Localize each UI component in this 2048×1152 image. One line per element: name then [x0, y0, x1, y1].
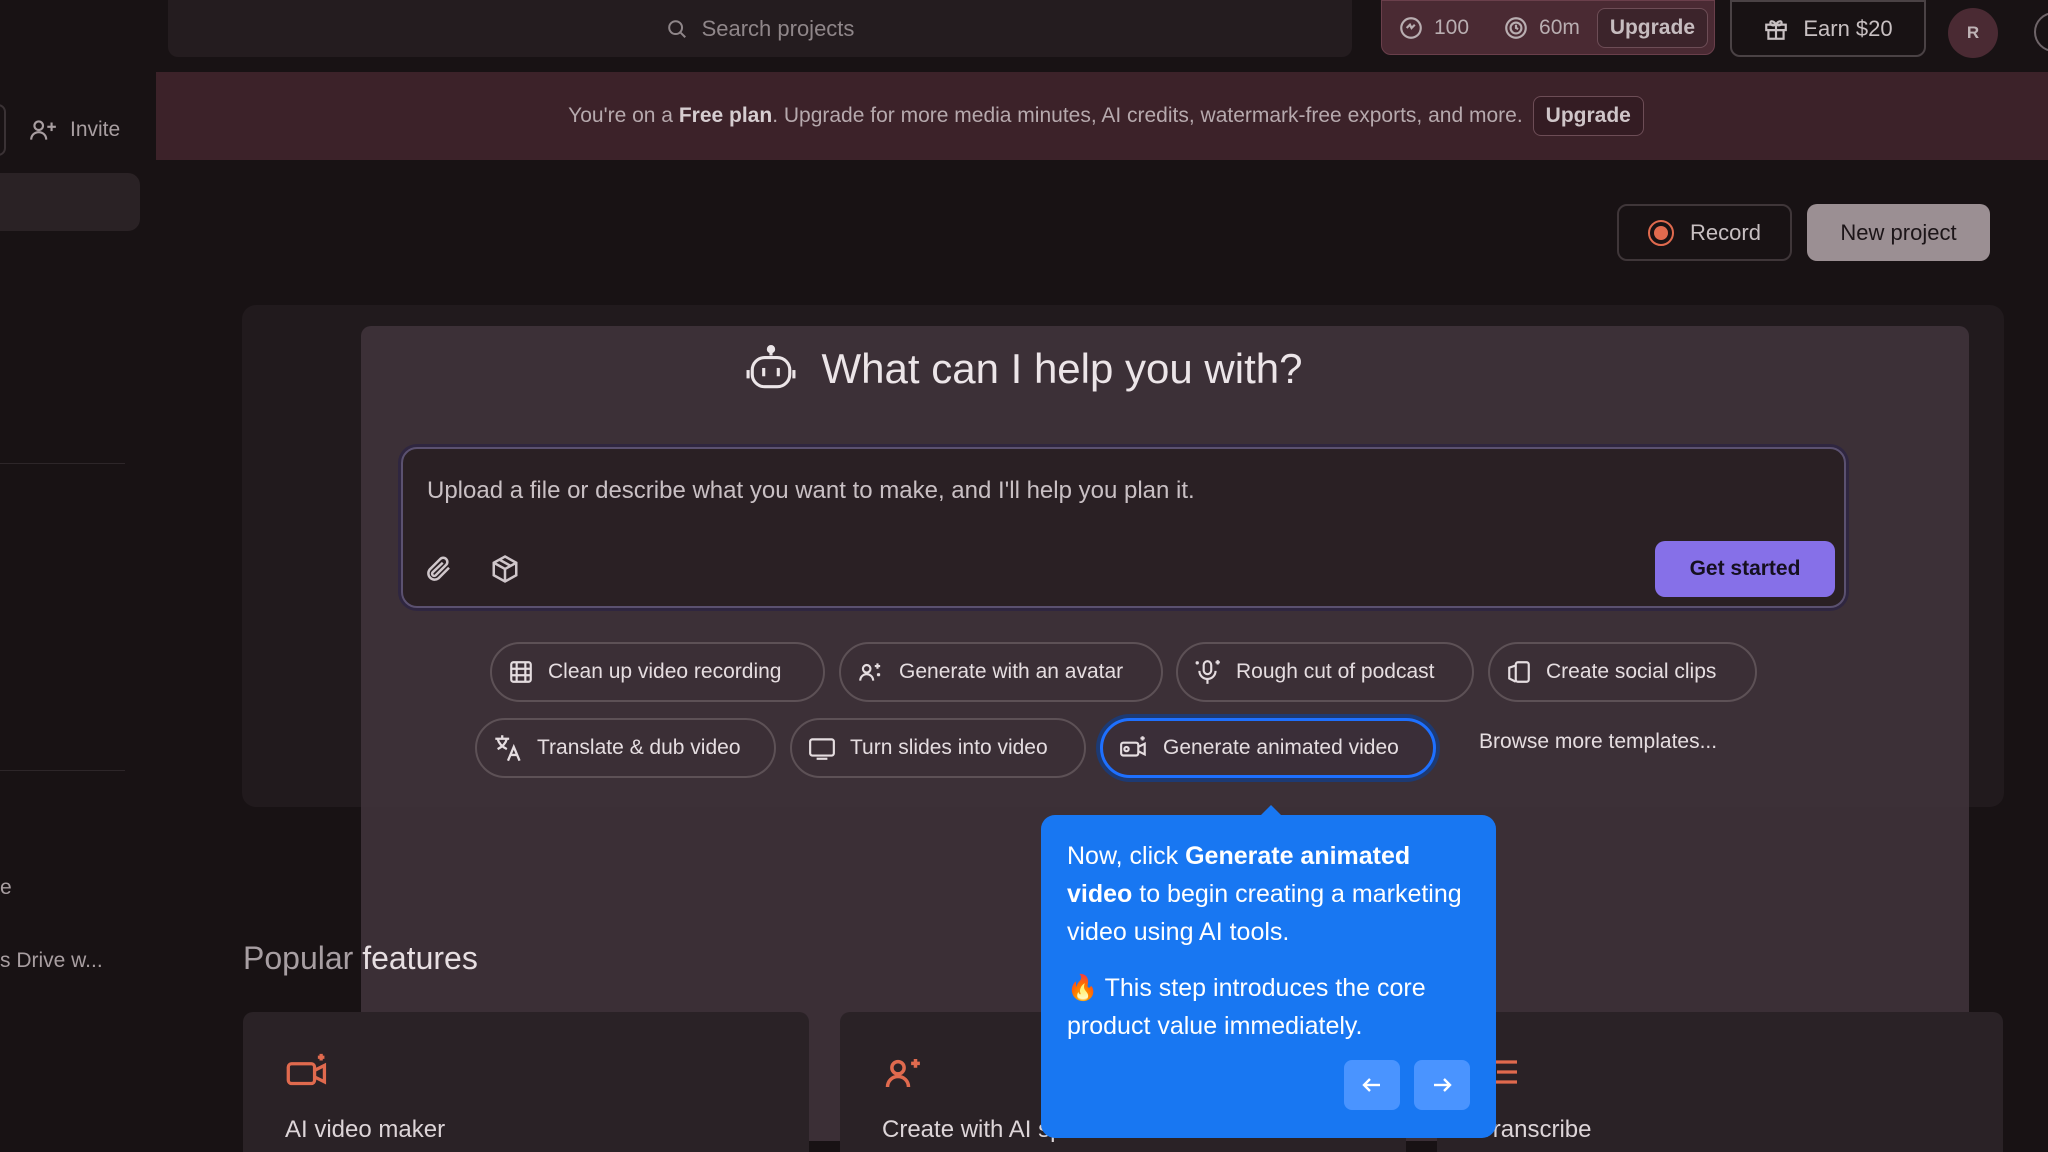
popular-features-title: Popular features [243, 940, 478, 977]
chip-label: Translate & dub video [537, 736, 741, 759]
slides-icon [809, 738, 835, 760]
sidebar-item-active[interactable] [0, 173, 140, 231]
film-icon [510, 661, 532, 683]
search-icon [667, 19, 686, 38]
chip-label: Generate with an avatar [899, 660, 1124, 683]
chip-label: Rough cut of podcast [1236, 660, 1435, 683]
tooltip-instruction: Now, click Generate animated video to be… [1067, 837, 1470, 951]
add-user-icon [30, 120, 56, 140]
robot-icon [746, 345, 796, 389]
arrow-right-icon [1434, 1078, 1452, 1092]
banner-plan: Free plan [678, 104, 773, 127]
attach-icon[interactable] [424, 554, 454, 584]
avatar-initial: R [1966, 23, 1980, 42]
search-placeholder: Search projects [701, 15, 855, 41]
feature-card-transcribe[interactable]: Transcribe [1437, 1012, 2003, 1152]
help-icon[interactable] [2034, 12, 2048, 52]
chip-generate-animated-video[interactable]: Generate animated video [1100, 718, 1436, 778]
ai-credits-icon [1400, 16, 1422, 39]
chip-generate-with-avatar[interactable]: Generate with an avatar [839, 642, 1163, 702]
search-bar[interactable]: Search projects [168, 0, 1352, 57]
prompt-input[interactable]: Upload a file or describe what you want … [427, 477, 1195, 505]
translate-icon [495, 735, 521, 762]
chip-clean-up-video-recording[interactable]: Clean up video recording [490, 642, 825, 702]
tooltip-note: 🔥 This step introduces the core product … [1067, 969, 1470, 1045]
free-plan-banner: You're on a Free plan . Upgrade for more… [156, 72, 2048, 160]
fire-icon: 🔥 [1067, 974, 1099, 1002]
tooltip-prefix: Now, click [1067, 842, 1186, 870]
tooltip-next-button[interactable] [1414, 1060, 1470, 1110]
chip-create-social-clips[interactable]: Create social clips [1488, 642, 1757, 702]
sidebar-divider [0, 463, 125, 464]
credits-panel: 100 60m Upgrade [1381, 0, 1715, 55]
chip-rough-cut-podcast[interactable]: Rough cut of podcast [1176, 642, 1474, 702]
chip-turn-slides-into-video[interactable]: Turn slides into video [790, 718, 1086, 778]
ai-credits-value: 100 [1434, 15, 1470, 39]
chip-label: Turn slides into video [850, 736, 1048, 759]
avatar-sparkle-icon [859, 663, 881, 681]
prompt-box[interactable] [401, 447, 1846, 608]
onboarding-tooltip: Now, click Generate animated video to be… [1041, 805, 1496, 1138]
record-label: Record [1690, 219, 1761, 245]
chip-label: Clean up video recording [548, 660, 782, 683]
assistant-heading: What can I help you with? [0, 345, 2048, 393]
popular-title-bright: features [362, 940, 478, 976]
avatar[interactable]: R [1948, 8, 1998, 58]
arrow-left-icon [1362, 1078, 1380, 1092]
new-project-button[interactable]: New project [1807, 204, 1990, 261]
tooltip-note-text: This step introduces the core product va… [1067, 974, 1426, 1040]
cube-icon[interactable] [490, 554, 520, 584]
microphone-sparkle-icon [1195, 660, 1220, 684]
ai-speaker-icon [885, 1059, 920, 1088]
social-clip-icon [1508, 661, 1530, 683]
chip-label: Generate animated video [1163, 736, 1399, 759]
get-started-button[interactable]: Get started [1655, 541, 1835, 597]
gift-icon [1765, 19, 1788, 40]
banner-upgrade-button[interactable]: Upgrade [1532, 96, 1644, 136]
popular-title-dim: Popular [243, 940, 354, 976]
browse-templates-link[interactable]: Browse more templates... [1479, 730, 1717, 754]
new-project-label: New project [1840, 219, 1957, 245]
sidebar-divider [0, 770, 125, 771]
feature-card-ai-video-maker[interactable]: AI video maker [243, 1012, 809, 1152]
record-button[interactable]: Record [1617, 204, 1792, 261]
get-started-label: Get started [1689, 557, 1801, 580]
sidebar-item[interactable]: e [0, 876, 12, 900]
invite-label: Invite [70, 118, 121, 141]
chip-translate-dub-video[interactable]: Translate & dub video [475, 718, 776, 778]
chip-label: Create social clips [1546, 660, 1717, 683]
upgrade-button[interactable]: Upgrade [1596, 7, 1708, 48]
earn-label: Earn $20 [1803, 15, 1893, 41]
tooltip-back-button[interactable] [1344, 1060, 1400, 1110]
ai-video-icon [286, 1053, 327, 1086]
banner-suffix: . Upgrade for more media minutes, AI cre… [772, 104, 1523, 127]
media-minutes-value: 60m [1539, 15, 1580, 39]
animated-video-icon [1120, 736, 1146, 757]
banner-prefix: You're on a [568, 104, 679, 127]
clock-icon [1505, 16, 1527, 39]
sidebar-item[interactable]: s Drive w... [0, 949, 103, 973]
feature-label: AI video maker [285, 1116, 446, 1143]
record-icon [1648, 219, 1675, 246]
earn-button[interactable]: Earn $20 [1730, 0, 1926, 57]
invite-button[interactable]: Invite [0, 100, 140, 160]
heading-text: What can I help you with? [821, 345, 1303, 392]
